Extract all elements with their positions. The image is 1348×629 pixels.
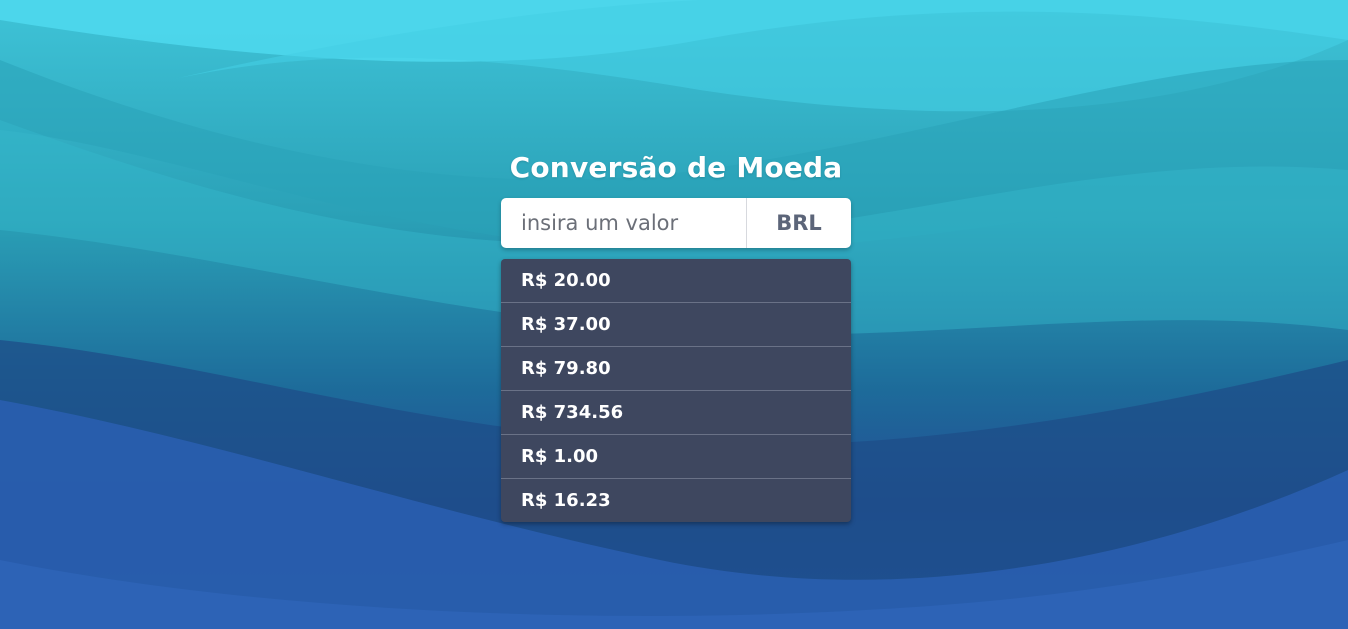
page-title: Conversão de Moeda [509,151,843,184]
page-background: Conversão de Moeda BRL R$ 20.00 R$ 37.00… [0,0,1348,629]
result-item[interactable]: R$ 16.23 [501,478,851,522]
currency-selector[interactable]: BRL [746,198,851,248]
amount-input-group: BRL [501,198,851,248]
amount-input[interactable] [501,198,746,248]
conversion-results-list: R$ 20.00 R$ 37.00 R$ 79.80 R$ 734.56 R$ … [501,259,851,522]
result-item[interactable]: R$ 37.00 [501,302,851,346]
result-item[interactable]: R$ 1.00 [501,434,851,478]
converter-panel: Conversão de Moeda BRL R$ 20.00 R$ 37.00… [501,146,851,522]
result-item[interactable]: R$ 79.80 [501,346,851,390]
result-item[interactable]: R$ 734.56 [501,390,851,434]
result-item[interactable]: R$ 20.00 [501,259,851,302]
